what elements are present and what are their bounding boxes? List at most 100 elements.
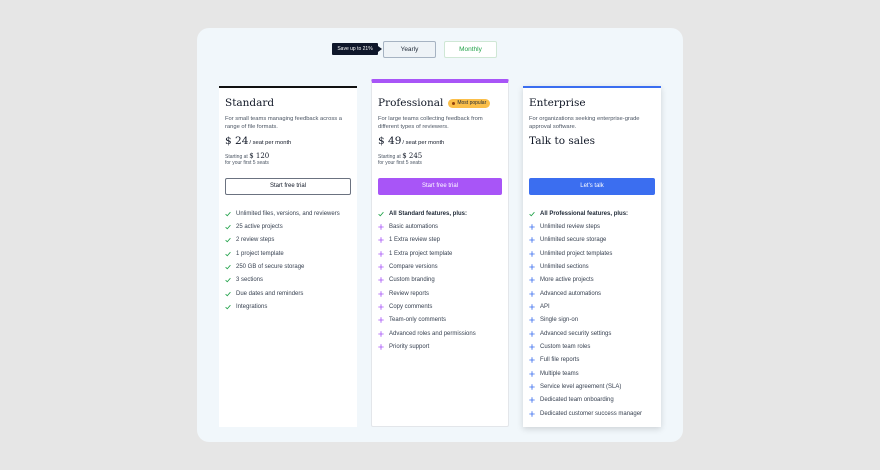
monthly-toggle-button[interactable]: Monthly bbox=[444, 41, 497, 58]
feature-item: 250 GB of secure storage bbox=[225, 260, 353, 273]
yearly-toggle-button[interactable]: Yearly bbox=[383, 41, 436, 58]
feature-item: Copy comments bbox=[378, 300, 504, 313]
feature-item: Custom team roles bbox=[529, 340, 657, 353]
feature-item: 2 review steps bbox=[225, 234, 353, 247]
starting-amount: $ 120 bbox=[249, 152, 270, 160]
plus-icon bbox=[378, 237, 384, 244]
feature-label: 3 sections bbox=[236, 277, 264, 284]
price: $ 49 bbox=[378, 135, 402, 147]
check-icon bbox=[529, 211, 535, 217]
feature-list: Unlimited files, versions, and reviewers… bbox=[225, 207, 353, 314]
feature-item: Multiple teams bbox=[529, 367, 657, 380]
feature-label: Custom branding bbox=[389, 277, 435, 284]
plus-icon bbox=[378, 331, 384, 337]
plus-icon bbox=[529, 344, 535, 350]
plus-icon bbox=[378, 264, 384, 270]
most-popular-badge: Most popular bbox=[448, 98, 491, 108]
plan-description: For small teams managing feedback across… bbox=[225, 116, 342, 130]
feature-item: Unlimited secure storage bbox=[529, 234, 657, 247]
plus-icon bbox=[529, 331, 535, 337]
feature-label: Basic automations bbox=[389, 224, 439, 231]
check-icon bbox=[225, 304, 231, 310]
plus-icon bbox=[529, 251, 535, 257]
plus-icon bbox=[529, 397, 535, 404]
price-unit: / seat per month bbox=[249, 140, 292, 146]
feature-label: 25 active projects bbox=[236, 224, 283, 231]
plan-description: For large teams collecting feedback from… bbox=[378, 116, 483, 130]
feature-item: Unlimited files, versions, and reviewers bbox=[225, 207, 353, 220]
feature-label: Unlimited secure storage bbox=[540, 237, 607, 244]
plus-icon bbox=[378, 317, 384, 324]
feature-item: More active projects bbox=[529, 274, 657, 287]
feature-label: More active projects bbox=[540, 277, 594, 284]
plus-icon bbox=[378, 251, 384, 257]
lets-talk-button[interactable]: Let's talk bbox=[529, 178, 655, 195]
feature-item: All Standard features, plus: bbox=[378, 207, 504, 220]
plan-title: Professional Most popular bbox=[378, 96, 502, 110]
feature-label: Unlimited files, versions, and reviewers bbox=[236, 210, 340, 217]
feature-label: Team-only comments bbox=[389, 317, 447, 324]
feature-label: Dedicated team onboarding bbox=[540, 397, 614, 404]
check-icon bbox=[378, 211, 384, 217]
check-icon bbox=[225, 251, 231, 257]
feature-item: Custom branding bbox=[378, 274, 504, 287]
check-icon bbox=[225, 211, 231, 217]
feature-item: Advanced security settings bbox=[529, 327, 657, 340]
first-seats-note: for your first 5 seats bbox=[225, 160, 269, 166]
feature-item: Priority support bbox=[378, 340, 504, 353]
check-icon bbox=[225, 237, 231, 243]
feature-label: Single sign-on bbox=[540, 317, 579, 324]
plan-card-professional: Professional Most popular For large team… bbox=[371, 79, 509, 427]
plan-card-standard: Standard For small teams managing feedba… bbox=[219, 86, 357, 427]
feature-label: Advanced roles and permissions bbox=[389, 330, 476, 337]
feature-label: Compare versions bbox=[389, 264, 438, 271]
feature-label: Integrations bbox=[236, 304, 268, 311]
feature-item: Team-only comments bbox=[378, 314, 504, 327]
plan-title-text: Professional bbox=[378, 97, 444, 109]
plus-icon bbox=[529, 264, 535, 270]
plus-icon bbox=[529, 357, 535, 364]
price-row: $ 49 / seat per month bbox=[378, 135, 502, 148]
price-row: $ 24 / seat per month bbox=[225, 135, 351, 148]
feature-label: Priority support bbox=[389, 344, 430, 351]
save-badge: Save up to 21% bbox=[332, 43, 382, 55]
feature-label: 2 review steps bbox=[236, 237, 275, 244]
feature-item: 1 project template bbox=[225, 247, 353, 260]
feature-item: API bbox=[529, 300, 657, 313]
feature-item: Advanced roles and permissions bbox=[378, 327, 504, 340]
feature-label: Multiple teams bbox=[540, 370, 579, 377]
most-popular-label: Most popular bbox=[457, 100, 487, 106]
plus-icon bbox=[378, 277, 384, 284]
check-icon bbox=[225, 224, 231, 230]
feature-label: 1 Extra project template bbox=[389, 250, 453, 257]
start-free-trial-button[interactable]: Start free trial bbox=[378, 178, 502, 195]
plan-description: For organizations seeking enterprise-gra… bbox=[529, 116, 640, 130]
price-unit: / seat per month bbox=[402, 140, 445, 146]
plan-title: Standard bbox=[225, 97, 275, 109]
feature-item: 3 sections bbox=[225, 274, 353, 287]
feature-label: Advanced automations bbox=[540, 290, 602, 297]
start-free-trial-button[interactable]: Start free trial bbox=[225, 178, 351, 195]
plus-icon bbox=[529, 291, 535, 297]
feature-label: Full file reports bbox=[540, 357, 580, 364]
feature-label: API bbox=[540, 304, 550, 311]
price: $ 24 bbox=[225, 135, 249, 147]
feature-label: All Professional features, plus: bbox=[540, 210, 629, 217]
feature-item: 25 active projects bbox=[225, 220, 353, 233]
feature-item: All Professional features, plus: bbox=[529, 207, 657, 220]
plus-icon bbox=[529, 317, 535, 324]
feature-item: 1 Extra review step bbox=[378, 234, 504, 247]
feature-label: Unlimited review steps bbox=[540, 224, 601, 231]
plus-icon bbox=[378, 224, 384, 230]
plus-icon bbox=[529, 371, 535, 377]
feature-item: Unlimited sections bbox=[529, 260, 657, 273]
feature-item: Review reports bbox=[378, 287, 504, 300]
plus-icon bbox=[378, 304, 384, 310]
plus-icon bbox=[529, 277, 535, 284]
feature-item: Integrations bbox=[225, 300, 353, 313]
check-icon bbox=[225, 264, 231, 270]
star-icon bbox=[452, 101, 456, 105]
feature-label: 250 GB of secure storage bbox=[236, 264, 305, 271]
feature-item: Dedicated customer success manager bbox=[529, 407, 657, 420]
feature-label: All Standard features, plus: bbox=[389, 210, 468, 217]
